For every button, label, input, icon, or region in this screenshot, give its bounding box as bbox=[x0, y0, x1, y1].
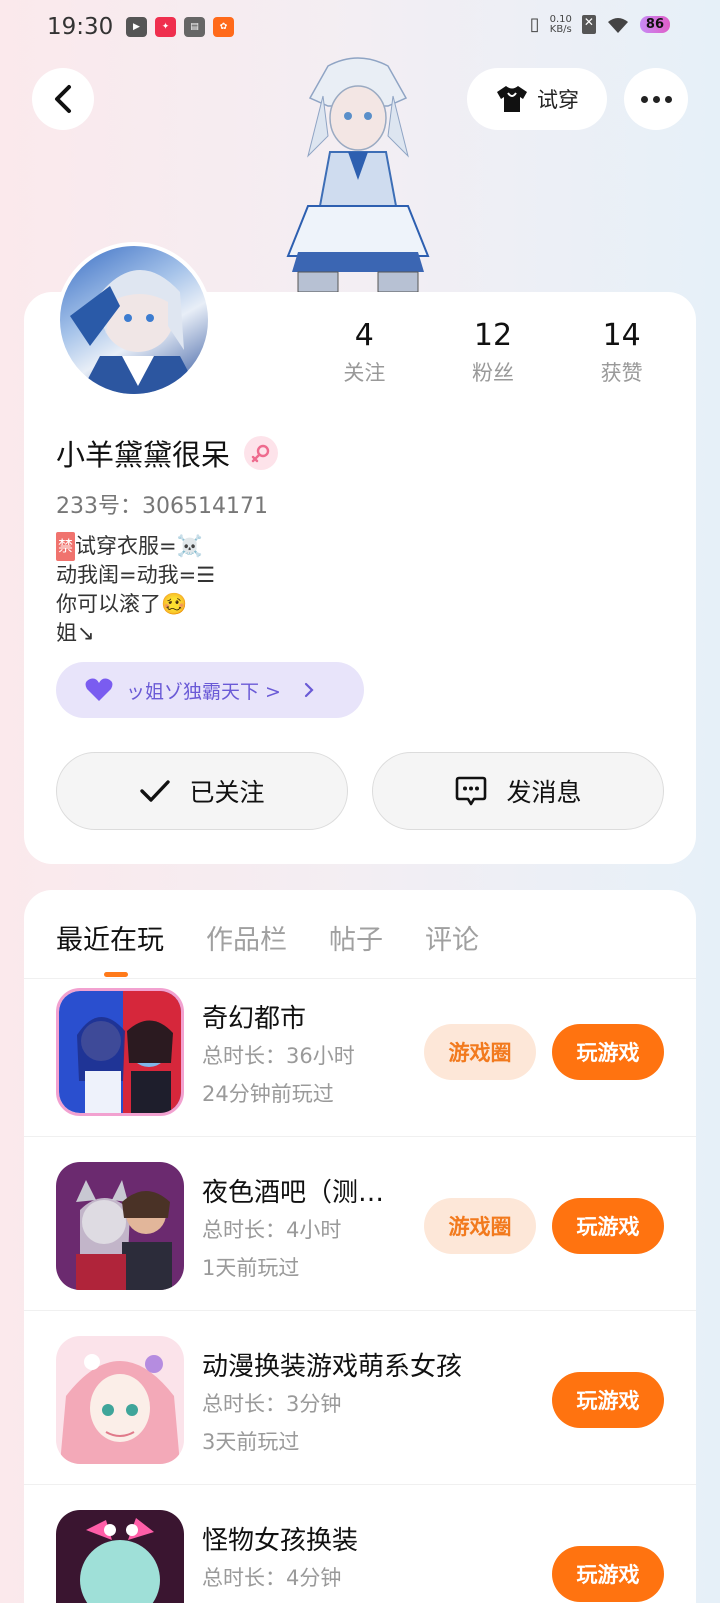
play-game-button[interactable]: 玩游戏 bbox=[552, 1546, 664, 1602]
game-total-time: 总时长：3分钟 bbox=[202, 1392, 342, 1416]
avatar[interactable] bbox=[56, 242, 212, 398]
calendar-icon: ▤ bbox=[184, 17, 205, 37]
game-total-time: 总时长：4分钟 bbox=[202, 1566, 342, 1590]
game-row[interactable]: 奇幻都市 总时长：36小时 24分钟前玩过 游戏圈 玩游戏 bbox=[56, 988, 664, 1128]
followed-label: 已关注 bbox=[189, 778, 265, 807]
female-gender-icon bbox=[244, 436, 279, 470]
tshirt-icon bbox=[497, 86, 527, 112]
game-name: 奇幻都市 bbox=[202, 1004, 307, 1034]
play-game-button[interactable]: 玩游戏 bbox=[552, 1198, 664, 1254]
status-bar: 19:30 ▶ ✦ ▤ ✿ ▯ 0.10 KB/s ✕ 86 bbox=[0, 0, 720, 56]
username-row: 小羊黛黛很呆 bbox=[56, 432, 279, 474]
game-row[interactable]: 动漫换装游戏萌系女孩 总时长：3分钟 3天前玩过 玩游戏 bbox=[56, 1336, 664, 1476]
row-divider bbox=[24, 1484, 696, 1485]
game-icon[interactable] bbox=[56, 988, 184, 1116]
status-notification-icons: ▶ ✦ ▤ ✿ bbox=[126, 17, 234, 37]
play-game-button[interactable]: 玩游戏 bbox=[552, 1024, 664, 1080]
game-name: 怪物女孩换装 bbox=[202, 1526, 359, 1556]
bio-line-3: 你可以滚了🥴 bbox=[56, 592, 188, 616]
bio: 禁试穿衣服=☠️ 动我闺=动我=☰ 你可以滚了🥴 姐↘ bbox=[56, 532, 215, 648]
chevron-left-icon bbox=[55, 85, 71, 113]
more-button[interactable] bbox=[624, 68, 688, 130]
game-icon[interactable] bbox=[56, 1510, 184, 1603]
character-figure bbox=[286, 57, 430, 292]
stat-following[interactable]: 4 关注 bbox=[300, 318, 429, 387]
wifi-icon bbox=[607, 17, 628, 33]
game-row[interactable]: 夜色酒吧（测… 总时长：4小时 1天前玩过 游戏圈 玩游戏 bbox=[56, 1162, 664, 1302]
battery-indicator: 86 bbox=[639, 16, 670, 33]
game-row[interactable]: 怪物女孩换装 总时长：4分钟 玩游戏 bbox=[56, 1510, 664, 1603]
profile-stats: 4 关注 12 粉丝 14 获赞 bbox=[300, 318, 686, 387]
no-sim-icon: ✕ bbox=[581, 15, 596, 34]
try-on-label: 试穿 bbox=[537, 88, 579, 112]
game-circle-button[interactable]: 游戏圈 bbox=[424, 1198, 536, 1254]
game-last-played: 1天前玩过 bbox=[202, 1256, 300, 1280]
row-divider bbox=[24, 1136, 696, 1137]
row-divider bbox=[24, 1310, 696, 1311]
try-on-button[interactable]: 试穿 bbox=[467, 68, 607, 130]
app-notification-icon: ✦ bbox=[155, 17, 176, 37]
game-total-time: 总时长：4小时 bbox=[202, 1218, 342, 1242]
game-circle-button[interactable]: 游戏圈 bbox=[424, 1024, 536, 1080]
game-icon[interactable] bbox=[56, 1162, 184, 1290]
guild-name: ッ姐ゾ独霸天下 > bbox=[126, 680, 281, 703]
bio-line-2: 动我闺=动我=☰ bbox=[56, 563, 216, 587]
play-game-button[interactable]: 玩游戏 bbox=[552, 1372, 664, 1428]
content-tabs: 最近在玩 作品栏 帖子 评论 bbox=[56, 918, 479, 957]
games-card: 最近在玩 作品栏 帖子 评论 奇幻都市 总时长：36小时 24分钟前玩过 游戏圈… bbox=[24, 890, 696, 1603]
video-icon: ▶ bbox=[126, 17, 147, 37]
game-last-played: 24分钟前玩过 bbox=[202, 1082, 334, 1106]
avatar-image bbox=[70, 269, 200, 394]
username: 小羊黛黛很呆 bbox=[56, 438, 231, 472]
game-last-played: 3天前玩过 bbox=[202, 1430, 300, 1454]
guild-badge[interactable]: ッ姐ゾ独霸天下 > bbox=[56, 662, 364, 718]
tab-comments[interactable]: 评论 bbox=[425, 918, 479, 957]
heart-icon bbox=[85, 678, 113, 701]
game-icon[interactable] bbox=[56, 1336, 184, 1464]
ban-tag: 禁 bbox=[56, 532, 76, 561]
game-name: 动漫换装游戏萌系女孩 bbox=[202, 1352, 463, 1382]
user-id: 233号：306514171 bbox=[56, 494, 268, 519]
more-dots-icon bbox=[640, 95, 648, 103]
tab-indicator bbox=[104, 972, 128, 977]
game-name: 夜色酒吧（测… bbox=[202, 1178, 385, 1208]
send-message-label: 发消息 bbox=[506, 778, 582, 807]
stat-followers[interactable]: 12 粉丝 bbox=[429, 318, 558, 387]
tab-posts[interactable]: 帖子 bbox=[329, 918, 383, 957]
tabs-divider bbox=[24, 978, 696, 979]
chevron-right-icon bbox=[304, 682, 314, 698]
net-speed: 0.10 KB/s bbox=[549, 13, 572, 35]
tab-works[interactable]: 作品栏 bbox=[206, 918, 287, 957]
tab-recently-played[interactable]: 最近在玩 bbox=[56, 918, 164, 957]
status-system-icons: ▯ 0.10 KB/s ✕ 86 bbox=[530, 14, 670, 35]
back-button[interactable] bbox=[32, 68, 94, 130]
checkmark-icon bbox=[140, 780, 171, 802]
chat-bubble-icon bbox=[456, 776, 487, 806]
stat-likes[interactable]: 14 获赞 bbox=[557, 318, 686, 387]
vibrate-icon: ▯ bbox=[529, 14, 540, 35]
bio-line-1: 试穿衣服=☠️ bbox=[75, 534, 203, 558]
bio-line-4: 姐↘ bbox=[56, 621, 95, 645]
game-total-time: 总时长：36小时 bbox=[202, 1044, 355, 1068]
send-message-button[interactable]: 发消息 bbox=[372, 752, 664, 830]
status-time: 19:30 bbox=[47, 14, 114, 40]
followed-button[interactable]: 已关注 bbox=[56, 752, 348, 830]
app-notification-icon-2: ✿ bbox=[213, 17, 234, 37]
